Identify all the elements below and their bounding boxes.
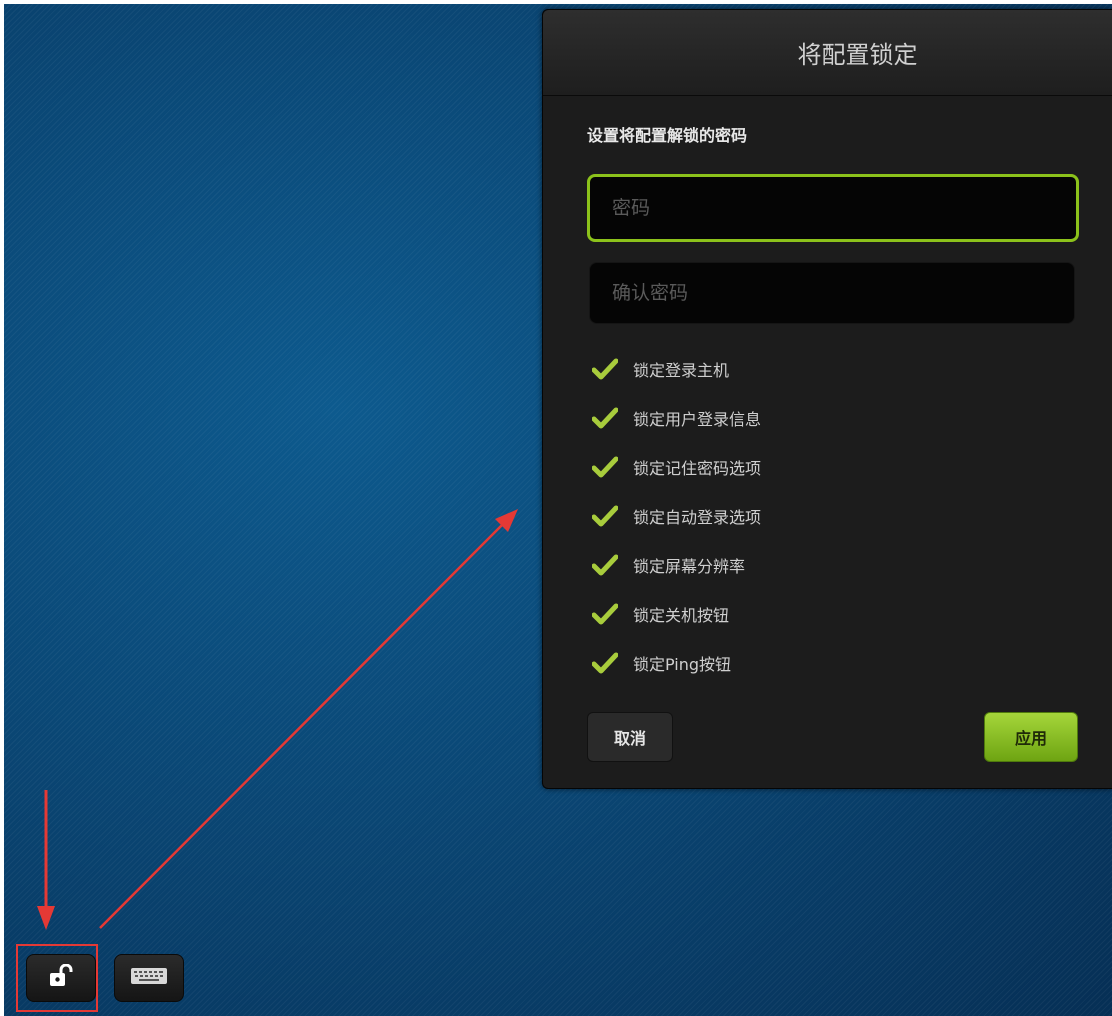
annotation-arrows — [37, 509, 518, 930]
annotation-arrow-down — [37, 790, 55, 930]
annotation-arrow-diagonal — [99, 509, 518, 929]
